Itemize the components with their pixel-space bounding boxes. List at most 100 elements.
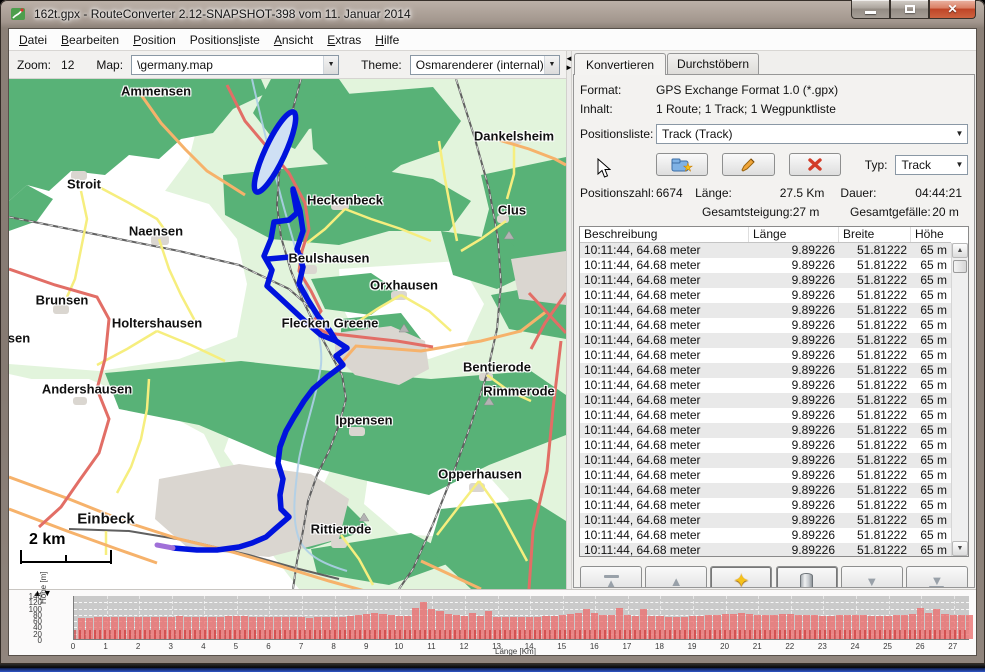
cell-hoehe: 65 m: [911, 243, 951, 258]
x-tick-label: 9: [354, 642, 378, 651]
scroll-down-icon[interactable]: ▼: [952, 541, 968, 556]
position-actions: ▲ ▲ ✦ ▼ ▼: [580, 566, 968, 588]
cell-breite: 51.81222: [839, 468, 911, 483]
position-row[interactable]: 10:11:44, 64.68 meter 9.89226 51.81222 6…: [580, 273, 951, 288]
cell-laenge: 9.89226: [749, 528, 839, 543]
cell-laenge: 9.89226: [749, 273, 839, 288]
column-breite[interactable]: Breite: [839, 227, 911, 242]
cell-breite: 51.81222: [839, 243, 911, 258]
cell-laenge: 9.89226: [749, 498, 839, 513]
position-row[interactable]: 10:11:44, 64.68 meter 9.89226 51.81222 6…: [580, 348, 951, 363]
menu-item[interactable]: Hilfe: [368, 30, 406, 50]
cell-beschreibung: 10:11:44, 64.68 meter: [580, 408, 749, 423]
position-row[interactable]: 10:11:44, 64.68 meter 9.89226 51.81222 6…: [580, 528, 951, 543]
maximize-button[interactable]: [890, 0, 929, 19]
tab-konvertieren[interactable]: Konvertieren: [574, 53, 666, 75]
position-row[interactable]: 10:11:44, 64.68 meter 9.89226 51.81222 6…: [580, 513, 951, 528]
cell-laenge: 9.89226: [749, 243, 839, 258]
position-row[interactable]: 10:11:44, 64.68 meter 9.89226 51.81222 6…: [580, 483, 951, 498]
maximize-icon: [905, 5, 915, 13]
app-window: 162t.gpx - RouteConverter 2.12-SNAPSHOT-…: [0, 0, 985, 664]
theme-select-value: Osmarenderer (internal): [416, 58, 544, 72]
menu-item[interactable]: Ansicht: [267, 30, 320, 50]
menu-item[interactable]: Bearbeiten: [54, 30, 126, 50]
cell-laenge: 9.89226: [749, 438, 839, 453]
positions-table-header: Beschreibung Länge Breite Höhe: [580, 227, 951, 243]
dropdown-arrow-icon: ▼: [952, 156, 967, 174]
taskbar-edge[interactable]: [0, 664, 985, 672]
close-button[interactable]: ✕: [929, 0, 976, 19]
position-row[interactable]: 10:11:44, 64.68 meter 9.89226 51.81222 6…: [580, 438, 951, 453]
minimize-button[interactable]: [851, 0, 890, 19]
column-laenge[interactable]: Länge: [749, 227, 839, 242]
new-positionlist-button[interactable]: ★: [656, 153, 708, 176]
new-position-button[interactable]: ✦: [710, 566, 772, 588]
delete-position-button[interactable]: [776, 566, 838, 588]
cell-beschreibung: 10:11:44, 64.68 meter: [580, 528, 749, 543]
position-row[interactable]: 10:11:44, 64.68 meter 9.89226 51.81222 6…: [580, 303, 951, 318]
menu-item-post: osition: [141, 33, 176, 47]
menu-item[interactable]: Datei: [12, 30, 54, 50]
position-row[interactable]: 10:11:44, 64.68 meter 9.89226 51.81222 6…: [580, 258, 951, 273]
menu-item[interactable]: Extras: [320, 30, 368, 50]
positionszahl-value: 6674: [656, 186, 695, 200]
position-row[interactable]: 10:11:44, 64.68 meter 9.89226 51.81222 6…: [580, 408, 951, 423]
tab-durchstoebern[interactable]: Durchstöbern: [667, 53, 759, 74]
scrollbar-thumb[interactable]: [953, 260, 967, 273]
position-row[interactable]: 10:11:44, 64.68 meter 9.89226 51.81222 6…: [580, 453, 951, 468]
position-row[interactable]: 10:11:44, 64.68 meter 9.89226 51.81222 6…: [580, 468, 951, 483]
scroll-up-icon[interactable]: ▲: [952, 243, 968, 258]
format-label: Format:: [580, 83, 656, 97]
cell-breite: 51.81222: [839, 543, 911, 557]
position-row[interactable]: 10:11:44, 64.68 meter 9.89226 51.81222 6…: [580, 243, 951, 258]
cell-breite: 51.81222: [839, 288, 911, 303]
table-scrollbar[interactable]: ▲ ▼: [951, 243, 968, 556]
x-tick-label: 17: [615, 642, 639, 651]
column-hoehe[interactable]: Höhe: [911, 227, 951, 242]
typ-select[interactable]: Track ▼: [895, 155, 968, 175]
cell-hoehe: 65 m: [911, 348, 951, 363]
position-row[interactable]: 10:11:44, 64.68 meter 9.89226 51.81222 6…: [580, 423, 951, 438]
position-row[interactable]: 10:11:44, 64.68 meter 9.89226 51.81222 6…: [580, 378, 951, 393]
cell-breite: 51.81222: [839, 348, 911, 363]
cell-laenge: 9.89226: [749, 393, 839, 408]
column-beschreibung[interactable]: Beschreibung: [580, 227, 749, 242]
position-row[interactable]: 10:11:44, 64.68 meter 9.89226 51.81222 6…: [580, 363, 951, 378]
positionsliste-select[interactable]: Track (Track) ▼: [656, 124, 968, 144]
position-row[interactable]: 10:11:44, 64.68 meter 9.89226 51.81222 6…: [580, 288, 951, 303]
rename-positionlist-button[interactable]: [722, 153, 774, 176]
cell-hoehe: 65 m: [911, 288, 951, 303]
cell-breite: 51.81222: [839, 513, 911, 528]
position-row[interactable]: 10:11:44, 64.68 meter 9.89226 51.81222 6…: [580, 318, 951, 333]
x-tick-label: 0: [61, 642, 85, 651]
x-tick-label: 18: [647, 642, 671, 651]
star-icon: ✦: [733, 573, 749, 588]
move-to-bottom-button[interactable]: ▼: [906, 566, 968, 588]
map-view[interactable]: AmmensenDankelsheimStroitHeckenbeckClusN…: [9, 79, 566, 589]
cell-laenge: 9.89226: [749, 483, 839, 498]
menu-item-post: xtras: [335, 33, 361, 47]
cell-beschreibung: 10:11:44, 64.68 meter: [580, 468, 749, 483]
cell-hoehe: 65 m: [911, 468, 951, 483]
delete-positionlist-button[interactable]: [789, 153, 841, 176]
menu-item[interactable]: Position: [126, 30, 183, 50]
move-to-top-button[interactable]: ▲: [580, 566, 642, 588]
move-down-button[interactable]: ▼: [841, 566, 903, 588]
cell-breite: 51.81222: [839, 303, 911, 318]
cell-breite: 51.81222: [839, 393, 911, 408]
position-row[interactable]: 10:11:44, 64.68 meter 9.89226 51.81222 6…: [580, 333, 951, 348]
zoom-label: Zoom:: [17, 58, 51, 72]
theme-select[interactable]: Osmarenderer (internal) ▼: [410, 55, 560, 75]
position-row[interactable]: 10:11:44, 64.68 meter 9.89226 51.81222 6…: [580, 543, 951, 557]
screen: 162t.gpx - RouteConverter 2.12-SNAPSHOT-…: [0, 0, 985, 672]
map-select[interactable]: \germany.map ▼: [131, 55, 339, 75]
position-row[interactable]: 10:11:44, 64.68 meter 9.89226 51.81222 6…: [580, 498, 951, 513]
position-row[interactable]: 10:11:44, 64.68 meter 9.89226 51.81222 6…: [580, 393, 951, 408]
splitter-collapse-left-icon[interactable]: ◄: [565, 54, 573, 63]
menu-item[interactable]: Positionsliste: [183, 30, 267, 50]
menu-item-accelerator: D: [19, 33, 28, 47]
vertical-splitter[interactable]: ◄►: [566, 51, 572, 589]
move-up-button[interactable]: ▲: [645, 566, 707, 588]
titlebar[interactable]: 162t.gpx - RouteConverter 2.12-SNAPSHOT-…: [0, 0, 985, 28]
splitter-collapse-right-icon[interactable]: ►: [565, 63, 573, 72]
